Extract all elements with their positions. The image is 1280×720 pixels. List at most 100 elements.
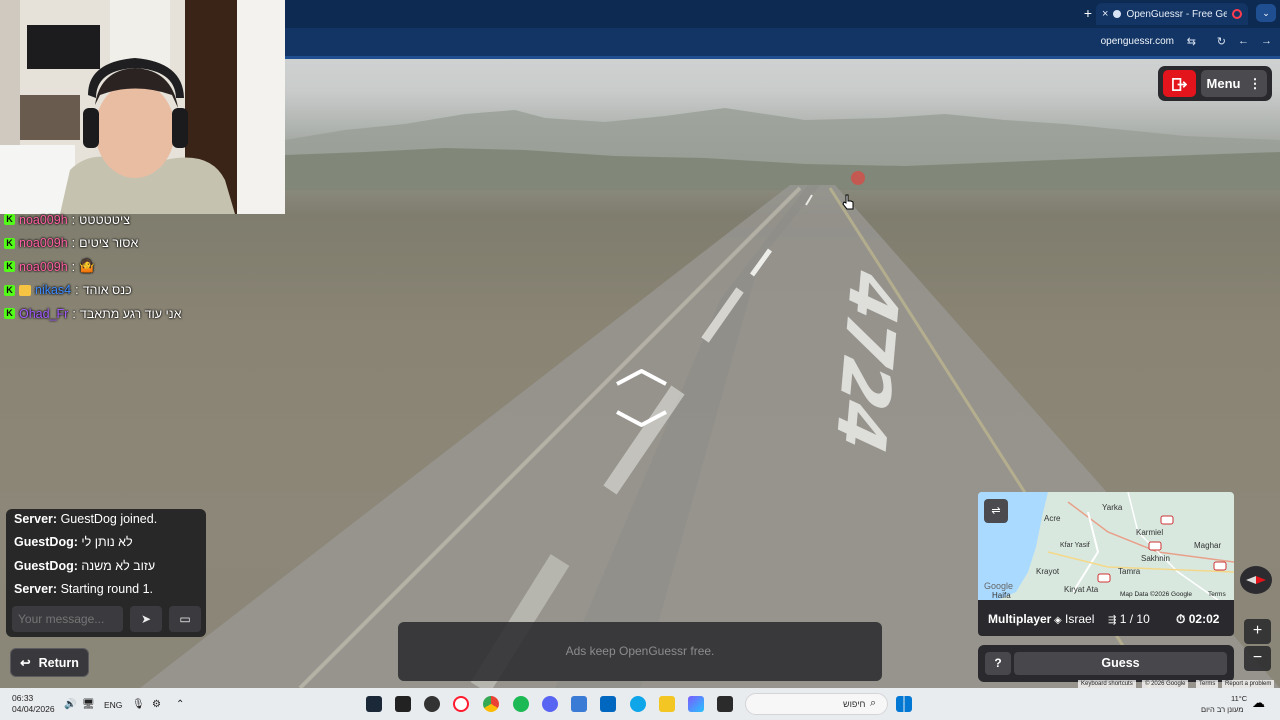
terms-link[interactable]: Terms	[1196, 680, 1219, 688]
file-explorer-icon[interactable]	[659, 696, 675, 712]
webcam-feed	[0, 0, 285, 214]
zoom-out-button[interactable]: −	[1244, 646, 1271, 671]
volume-icon[interactable]: 🔊	[64, 699, 76, 710]
subscriber-badge-icon	[19, 284, 31, 296]
taskbar-search[interactable]	[745, 693, 888, 715]
security-icon[interactable]: ⚙	[152, 699, 161, 710]
sliders-icon: ⇌	[991, 505, 1001, 517]
chat-separator: :	[75, 283, 79, 298]
menu-button[interactable]: Menu ⋮	[1201, 70, 1267, 97]
chevron-up-icon[interactable]: ⌃	[176, 699, 184, 710]
return-icon: ↩	[20, 656, 31, 670]
chat-username[interactable]: noa009h	[19, 236, 68, 250]
round-counter: ⇶ 1 / 10	[1108, 612, 1150, 626]
report-problem-link[interactable]: Report a problem	[1222, 680, 1275, 688]
google-copyright: © 2026 Google	[1142, 680, 1189, 688]
rounds-icon: ⇶	[1108, 615, 1117, 626]
settings-sliders-icon[interactable]: ⇆	[1187, 35, 1196, 48]
hand-cursor-icon	[842, 194, 854, 210]
timer-icon: ⏱	[1176, 612, 1186, 626]
back-arrow-icon[interactable]: ←	[1238, 35, 1249, 47]
road-marking: 4724	[820, 255, 913, 464]
taskbar-search-placeholder: חיפוש	[843, 699, 866, 709]
map-settings-button[interactable]: ⇌	[984, 499, 1008, 523]
compass-icon[interactable]	[1240, 566, 1272, 594]
opera-icon	[1232, 9, 1242, 19]
stream-chat-overlay: Knoa009h: ציטטטטט Knoa009h: אסור ציטים Knoa0…	[0, 208, 280, 326]
forward-arrow-icon[interactable]: →	[1261, 35, 1272, 47]
tab-close-icon[interactable]: ×	[1102, 8, 1108, 20]
chat-separator: :	[71, 212, 76, 227]
kick-badge-icon: K	[4, 261, 15, 273]
kick-badge-icon: K	[4, 308, 15, 320]
tab-menu-button[interactable]: ⌄	[1256, 4, 1276, 22]
new-tab-button[interactable]: +	[1084, 6, 1092, 20]
chat-separator: :	[72, 306, 76, 321]
zoom-in-button[interactable]: +	[1244, 619, 1271, 644]
chat-username[interactable]: Ohad_Fr	[19, 307, 68, 321]
store-icon[interactable]	[600, 696, 616, 712]
map-terms-link[interactable]: Terms	[1208, 591, 1226, 598]
move-backward-arrow-icon[interactable]	[614, 406, 669, 428]
map-label: Acre	[1044, 514, 1061, 523]
return-button[interactable]: ↩ Return	[10, 648, 89, 677]
windows-start-icon[interactable]	[896, 696, 912, 712]
country-badge: ◈ Israel	[1054, 612, 1095, 626]
compass-needle	[1246, 576, 1266, 584]
send-button[interactable]: ➤	[130, 606, 162, 632]
mail-icon[interactable]	[395, 696, 411, 712]
chat-text: כנס אוהד	[82, 283, 132, 298]
chat-username[interactable]: noa009h	[19, 260, 68, 274]
kebab-icon: ⋮	[1248, 75, 1262, 91]
globe-icon	[1113, 10, 1122, 18]
move-forward-arrow-icon[interactable]	[614, 368, 669, 390]
clock-time: 06:33	[12, 693, 34, 703]
message-icon: ▭	[179, 612, 191, 626]
reload-icon[interactable]: ↻	[1217, 35, 1226, 48]
url-field[interactable]: openguessr.com	[1101, 36, 1174, 47]
exit-icon	[1172, 77, 1188, 91]
chat-message-input[interactable]	[12, 606, 123, 632]
kick-badge-icon: K	[4, 237, 15, 249]
media-player-icon[interactable]	[424, 696, 440, 712]
chat-message: GuestDog: עזוב לא משנה	[14, 559, 156, 573]
browser-tab-openguessr[interactable]: × OpenGuessr - Free GeoGue	[1096, 3, 1248, 25]
search-icon: ⌕	[870, 697, 877, 709]
chat-text: אני עוד רגע מתאבד	[79, 306, 182, 321]
opera-gx-icon[interactable]	[453, 696, 469, 712]
keyboard-shortcuts-link[interactable]: Keyboard shortcuts	[1078, 680, 1136, 688]
discord-icon[interactable]	[542, 696, 558, 712]
exit-button[interactable]	[1163, 70, 1196, 97]
weather-temp: 11°C	[1231, 694, 1248, 703]
chat-expand-button[interactable]: ▭	[169, 606, 201, 632]
photos-icon[interactable]	[571, 696, 587, 712]
microphone-icon[interactable]: 🎙	[132, 699, 145, 710]
language-indicator[interactable]: ENG	[104, 700, 122, 710]
chrome-icon[interactable]	[483, 696, 499, 712]
map-label: Haifa	[992, 591, 1011, 600]
network-icon[interactable]: 🖥	[82, 699, 95, 710]
edge-icon[interactable]	[630, 696, 646, 712]
guess-minimap[interactable]: Yarka Acre Karmiel Maghar Sakhnin Kfar Y…	[978, 492, 1234, 600]
terminal-icon[interactable]	[717, 696, 733, 712]
chat-message: GuestDog: לא נותן לי	[14, 535, 133, 549]
chat-username[interactable]: noa009h	[19, 213, 68, 227]
spotify-icon[interactable]	[513, 696, 529, 712]
guess-button[interactable]: Guess	[1014, 652, 1227, 675]
chat-separator: :	[71, 236, 76, 251]
kick-badge-icon: K	[4, 214, 15, 226]
chat-message: Server: Starting round 1.	[14, 582, 153, 596]
app-icon[interactable]	[688, 696, 704, 712]
help-button[interactable]: ?	[985, 652, 1011, 675]
cloud-icon[interactable]: ☁	[1252, 695, 1265, 711]
stream-chat-message: Knoa009h: אסור ציטים	[0, 232, 280, 256]
address-bar-divider	[285, 56, 1280, 59]
stream-chat-message: Knikas4: כנס אוהד	[0, 279, 280, 303]
chat-text: אסור ציטים	[79, 236, 139, 251]
chat-username[interactable]: nikas4	[35, 283, 71, 297]
chat-emote: 🤷	[79, 259, 95, 274]
steam-icon[interactable]	[366, 696, 382, 712]
layers-icon: ◈	[1054, 615, 1062, 626]
map-label: Yarka	[1102, 503, 1123, 512]
chat-text: ציטטטטט	[79, 212, 131, 227]
